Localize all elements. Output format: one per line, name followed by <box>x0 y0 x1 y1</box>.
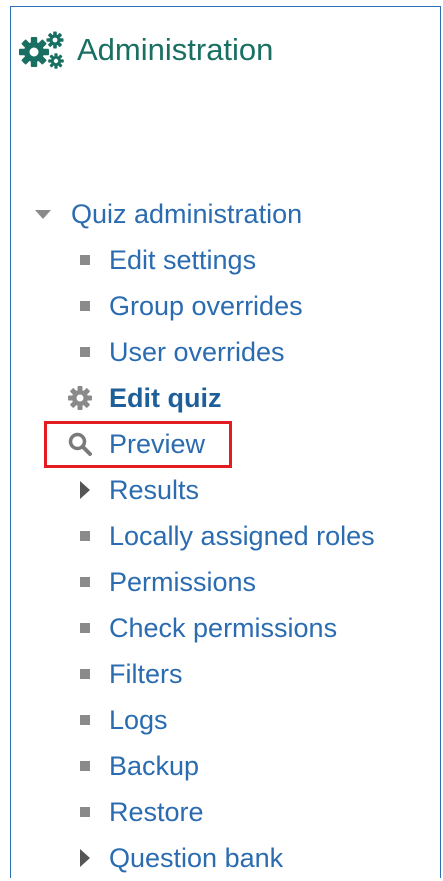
bullet-icon <box>74 577 96 587</box>
bullet-icon <box>74 715 96 725</box>
nav-item-label: Restore <box>109 797 204 827</box>
nav-item-label: Edit quiz <box>109 383 222 413</box>
block-header: Administration <box>19 30 273 70</box>
caret-down-icon <box>32 209 54 219</box>
bullet-icon <box>74 347 96 357</box>
nav-item-edit-quiz[interactable]: Edit quiz <box>64 377 221 419</box>
bullet-icon <box>74 761 96 771</box>
nav-item-label: Locally assigned roles <box>109 521 375 551</box>
caret-right-icon <box>74 481 96 499</box>
nav-item-question-bank[interactable]: Question bank <box>74 837 283 879</box>
nav-item-backup[interactable]: Backup <box>74 745 199 787</box>
nav-item-label: Edit settings <box>109 245 257 275</box>
nav-item-label: Question bank <box>109 843 284 873</box>
bullet-icon <box>74 669 96 679</box>
bullet-icon <box>74 531 96 541</box>
tree-root-label: Quiz administration <box>71 199 303 229</box>
nav-item-edit-settings[interactable]: Edit settings <box>74 239 256 281</box>
nav-item-permissions[interactable]: Permissions <box>74 561 256 603</box>
nav-item-user-overrides[interactable]: User overrides <box>74 331 285 373</box>
preview-highlight-box <box>44 421 232 468</box>
nav-item-label: Backup <box>109 751 200 781</box>
gear-icon <box>64 385 96 411</box>
bullet-icon <box>74 623 96 633</box>
nav-item-label: Group overrides <box>109 291 303 321</box>
nav-item-results[interactable]: Results <box>74 469 199 511</box>
nav-item-label: Check permissions <box>109 613 338 643</box>
nav-item-check-permissions[interactable]: Check permissions <box>74 607 337 649</box>
bullet-icon <box>74 807 96 817</box>
nav-item-logs[interactable]: Logs <box>74 699 168 741</box>
nav-item-label: User overrides <box>109 337 285 367</box>
nav-item-label: Filters <box>109 659 183 689</box>
caret-right-icon <box>74 849 96 867</box>
nav-item-label: Permissions <box>109 567 257 597</box>
gears-icon <box>19 30 65 70</box>
nav-item-restore[interactable]: Restore <box>74 791 204 833</box>
nav-item-filters[interactable]: Filters <box>74 653 183 695</box>
bullet-icon <box>74 301 96 311</box>
block-title: Administration <box>77 32 274 67</box>
tree-root-quiz-administration[interactable]: Quiz administration <box>32 193 302 235</box>
nav-item-label: Logs <box>109 705 168 735</box>
bullet-icon <box>74 255 96 265</box>
nav-item-locally-assigned-roles[interactable]: Locally assigned roles <box>74 515 375 557</box>
nav-item-label: Results <box>109 475 200 505</box>
nav-item-group-overrides[interactable]: Group overrides <box>74 285 303 327</box>
